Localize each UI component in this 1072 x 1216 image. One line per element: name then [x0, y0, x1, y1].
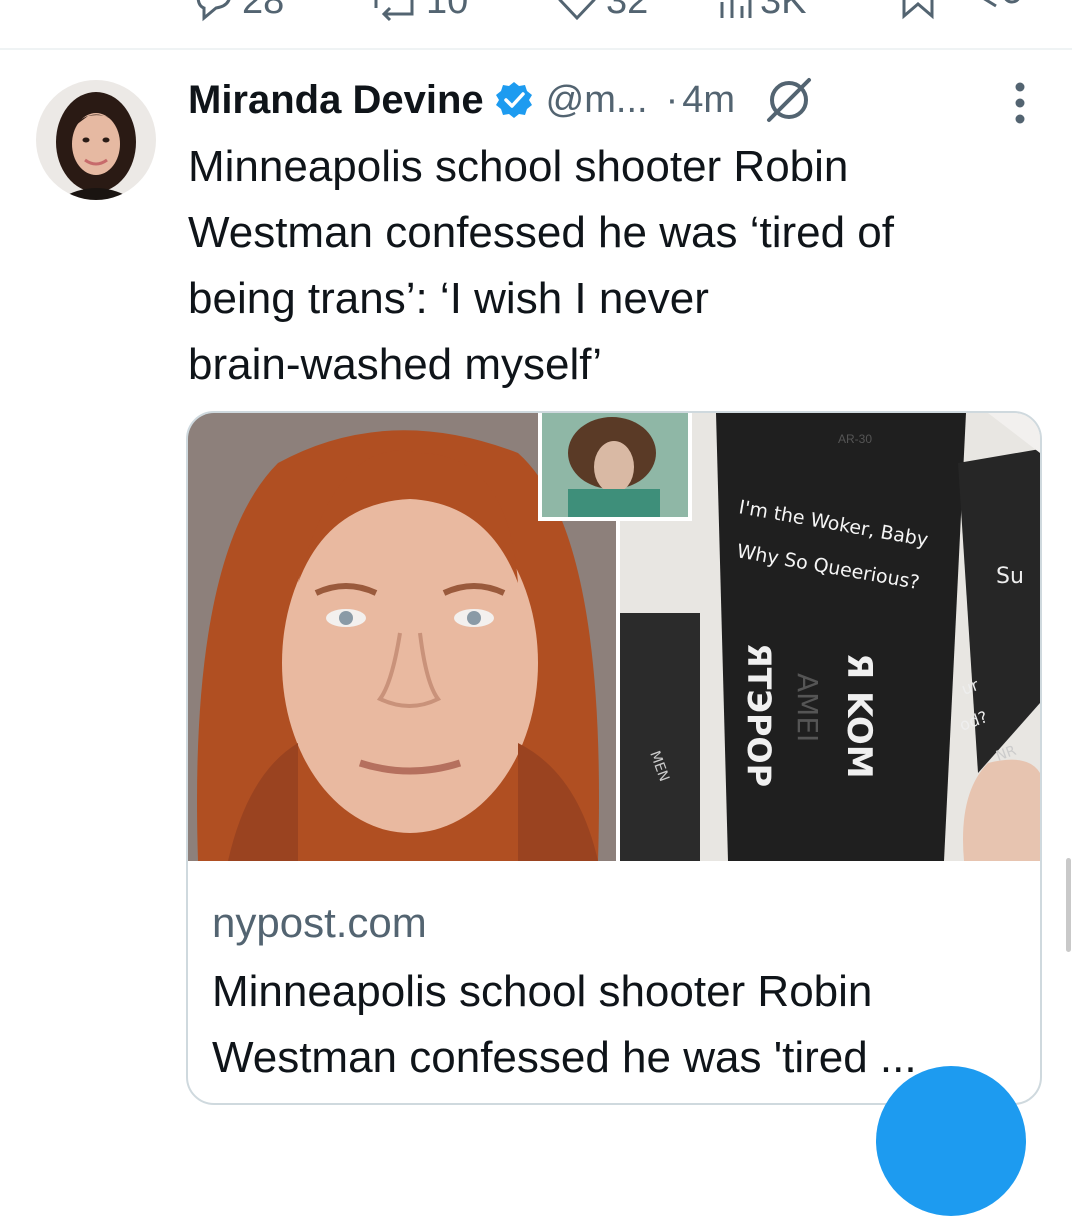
magazine-vertical-text-left: ЯТЭPOP [740, 643, 778, 787]
repost-button[interactable]: 10 [368, 0, 468, 24]
magazine-top-text: AR-30 [838, 432, 872, 446]
author-avatar[interactable] [36, 80, 156, 200]
like-count: 32 [606, 0, 649, 22]
repost-count: 10 [426, 0, 469, 22]
repost-icon [374, 0, 414, 22]
author-handle[interactable]: @m... [546, 79, 648, 122]
views-button[interactable]: 3K [718, 0, 806, 24]
tweet-header: Miranda Devine @m... · 4m [188, 74, 815, 126]
views-count: 3K [760, 0, 807, 22]
views-icon [720, 0, 752, 18]
scrollbar-thumb[interactable] [1066, 858, 1071, 952]
magazine-vertical-text-right: Я KOM [839, 653, 879, 779]
reply-button[interactable]: 28 [190, 0, 284, 24]
tweet-text-line: being trans’: ‘I wish I never [188, 274, 709, 323]
compose-button[interactable] [876, 1066, 1026, 1216]
link-domain: nypost.com [212, 899, 427, 946]
like-button[interactable]: 32 [554, 0, 648, 24]
like-icon [558, 0, 596, 21]
previous-tweet-action-bar: 28 10 32 3K [0, 0, 1072, 48]
share-icon [983, 0, 1020, 8]
magazine-side-text: Su [996, 564, 1024, 589]
link-preview-image: AR-30 I'm the Woker, Baby Why So Queerio… [188, 413, 1040, 861]
tweet-text-line: Minneapolis school shooter Robin [188, 142, 849, 191]
link-title: Minneapolis school shooter Robin Westman… [212, 959, 1022, 1091]
share-button[interactable] [966, 0, 1026, 20]
more-options-icon[interactable] [1010, 80, 1030, 126]
link-preview-card[interactable]: AR-30 I'm the Woker, Baby Why So Queerio… [186, 411, 1042, 1105]
author-name[interactable]: Miranda Devine [188, 78, 484, 123]
tweet-divider [0, 48, 1072, 50]
avatar-photo [36, 80, 156, 200]
tweet-timestamp[interactable]: 4m [682, 79, 735, 122]
verified-badge-icon [495, 82, 532, 118]
tweet-text: Minneapolis school shooter Robin Westman… [188, 134, 1048, 398]
magazine-vertical-text-mid: AMEI [791, 673, 824, 742]
separator-dot: · [665, 78, 679, 121]
link-title-line: Westman confessed he was 'tired ... [212, 1033, 917, 1082]
tweet-text-line: Westman confessed he was ‘tired of [188, 208, 894, 257]
bookmark-button[interactable] [898, 0, 938, 20]
link-title-line: Minneapolis school shooter Robin [212, 967, 873, 1016]
reply-count: 28 [242, 0, 285, 22]
grok-icon[interactable] [763, 74, 815, 126]
tweet-text-line: brain-washed myself’ [188, 340, 603, 389]
bookmark-icon [902, 0, 934, 20]
reply-icon [196, 0, 231, 22]
